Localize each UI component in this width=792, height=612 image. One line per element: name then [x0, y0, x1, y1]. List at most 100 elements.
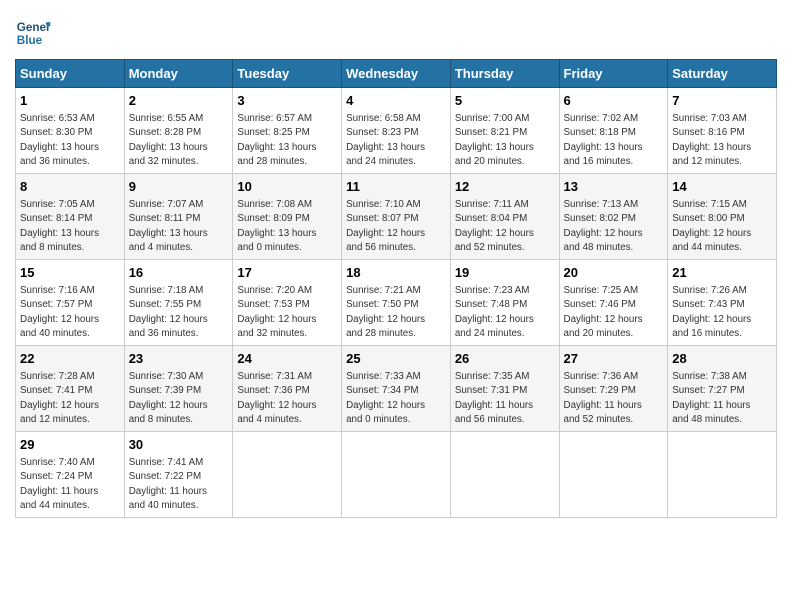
day-info: Sunrise: 7:20 AM Sunset: 7:53 PM Dayligh… — [237, 284, 337, 341]
day-info: Sunrise: 7:21 AM Sunset: 7:50 PM Dayligh… — [346, 284, 446, 341]
day-number: 1 — [20, 92, 120, 110]
week-row-4: 22 Sunrise: 7:28 AM Sunset: 7:41 PM Dayli… — [16, 346, 777, 432]
calendar-cell: 6 Sunrise: 7:02 AM Sunset: 8:18 PM Daylig… — [559, 88, 668, 174]
day-number: 5 — [455, 92, 555, 110]
calendar-cell: 29 Sunrise: 7:40 AM Sunset: 7:24 PM Dayli… — [16, 432, 125, 518]
calendar-cell: 17 Sunrise: 7:20 AM Sunset: 7:53 PM Dayli… — [233, 260, 342, 346]
header-cell-tuesday: Tuesday — [233, 60, 342, 88]
day-number: 12 — [455, 178, 555, 196]
day-info: Sunrise: 7:25 AM Sunset: 7:46 PM Dayligh… — [564, 284, 664, 341]
day-number: 6 — [564, 92, 664, 110]
calendar-cell: 7 Sunrise: 7:03 AM Sunset: 8:16 PM Daylig… — [668, 88, 777, 174]
svg-text:General: General — [17, 21, 51, 34]
day-info: Sunrise: 7:41 AM Sunset: 7:22 PM Dayligh… — [129, 456, 229, 513]
day-number: 18 — [346, 264, 446, 282]
page-header: General Blue — [15, 15, 777, 51]
day-number: 3 — [237, 92, 337, 110]
calendar-cell: 4 Sunrise: 6:58 AM Sunset: 8:23 PM Daylig… — [342, 88, 451, 174]
calendar-cell: 14Sunrise: 7:15 AM Sunset: 8:00 PM Dayli… — [668, 174, 777, 260]
calendar-cell: 19 Sunrise: 7:23 AM Sunset: 7:48 PM Dayli… — [450, 260, 559, 346]
day-number: 24 — [237, 350, 337, 368]
day-info: Sunrise: 7:02 AM Sunset: 8:18 PM Dayligh… — [564, 112, 664, 169]
day-info: Sunrise: 7:36 AM Sunset: 7:29 PM Dayligh… — [564, 370, 664, 427]
header-cell-monday: Monday — [124, 60, 233, 88]
day-info: Sunrise: 7:10 AM Sunset: 8:07 PM Dayligh… — [346, 198, 446, 255]
calendar-cell: 30 Sunrise: 7:41 AM Sunset: 7:22 PM Dayli… — [124, 432, 233, 518]
calendar-cell: 16 Sunrise: 7:18 AM Sunset: 7:55 PM Dayli… — [124, 260, 233, 346]
day-info: Sunrise: 7:35 AM Sunset: 7:31 PM Dayligh… — [455, 370, 555, 427]
day-number: 20 — [564, 264, 664, 282]
day-info: Sunrise: 7:08 AM Sunset: 8:09 PM Dayligh… — [237, 198, 337, 255]
header-cell-thursday: Thursday — [450, 60, 559, 88]
header-cell-saturday: Saturday — [668, 60, 777, 88]
calendar-cell: 21 Sunrise: 7:26 AM Sunset: 7:43 PM Dayli… — [668, 260, 777, 346]
day-number: 27 — [564, 350, 664, 368]
day-info: Sunrise: 6:57 AM Sunset: 8:25 PM Dayligh… — [237, 112, 337, 169]
day-info: Sunrise: 7:03 AM Sunset: 8:16 PM Dayligh… — [672, 112, 772, 169]
calendar-cell: 28Sunrise: 7:38 AM Sunset: 7:27 PM Dayli… — [668, 346, 777, 432]
day-info: Sunrise: 7:00 AM Sunset: 8:21 PM Dayligh… — [455, 112, 555, 169]
calendar-cell — [342, 432, 451, 518]
week-row-3: 15 Sunrise: 7:16 AM Sunset: 7:57 PM Dayli… — [16, 260, 777, 346]
calendar-cell — [668, 432, 777, 518]
logo-icon: General Blue — [15, 15, 51, 51]
day-number: 25 — [346, 350, 446, 368]
day-info: Sunrise: 7:16 AM Sunset: 7:57 PM Dayligh… — [20, 284, 120, 341]
svg-text:Blue: Blue — [17, 34, 43, 47]
calendar-cell: 24 Sunrise: 7:31 AM Sunset: 7:36 PM Dayli… — [233, 346, 342, 432]
day-number: 11 — [346, 178, 446, 196]
day-info: Sunrise: 7:28 AM Sunset: 7:41 PM Dayligh… — [20, 370, 120, 427]
day-number: 8 — [20, 178, 120, 196]
day-number: 23 — [129, 350, 229, 368]
calendar-cell: 22 Sunrise: 7:28 AM Sunset: 7:41 PM Dayli… — [16, 346, 125, 432]
calendar-cell: 5 Sunrise: 7:00 AM Sunset: 8:21 PM Daylig… — [450, 88, 559, 174]
day-info: Sunrise: 7:07 AM Sunset: 8:11 PM Dayligh… — [129, 198, 229, 255]
day-info: Sunrise: 7:40 AM Sunset: 7:24 PM Dayligh… — [20, 456, 120, 513]
day-number: 19 — [455, 264, 555, 282]
calendar-cell — [450, 432, 559, 518]
day-number: 4 — [346, 92, 446, 110]
day-number: 29 — [20, 436, 120, 454]
calendar-cell: 2Sunrise: 6:55 AM Sunset: 8:28 PM Daylig… — [124, 88, 233, 174]
calendar-cell — [559, 432, 668, 518]
header-cell-wednesday: Wednesday — [342, 60, 451, 88]
day-number: 17 — [237, 264, 337, 282]
calendar-cell: 3 Sunrise: 6:57 AM Sunset: 8:25 PM Daylig… — [233, 88, 342, 174]
day-info: Sunrise: 6:53 AM Sunset: 8:30 PM Dayligh… — [20, 112, 120, 169]
day-number: 13 — [564, 178, 664, 196]
day-number: 10 — [237, 178, 337, 196]
day-info: Sunrise: 7:23 AM Sunset: 7:48 PM Dayligh… — [455, 284, 555, 341]
day-number: 22 — [20, 350, 120, 368]
calendar-cell: 15 Sunrise: 7:16 AM Sunset: 7:57 PM Dayli… — [16, 260, 125, 346]
calendar-cell: 8 Sunrise: 7:05 AM Sunset: 8:14 PM Daylig… — [16, 174, 125, 260]
day-info: Sunrise: 7:15 AM Sunset: 8:00 PM Dayligh… — [672, 198, 772, 255]
calendar-cell: 25 Sunrise: 7:33 AM Sunset: 7:34 PM Dayli… — [342, 346, 451, 432]
calendar-cell: 12Sunrise: 7:11 AM Sunset: 8:04 PM Dayli… — [450, 174, 559, 260]
calendar-cell: 23 Sunrise: 7:30 AM Sunset: 7:39 PM Dayli… — [124, 346, 233, 432]
day-info: Sunrise: 7:05 AM Sunset: 8:14 PM Dayligh… — [20, 198, 120, 255]
day-info: Sunrise: 7:13 AM Sunset: 8:02 PM Dayligh… — [564, 198, 664, 255]
header-row: SundayMondayTuesdayWednesdayThursdayFrid… — [16, 60, 777, 88]
day-number: 16 — [129, 264, 229, 282]
header-cell-sunday: Sunday — [16, 60, 125, 88]
day-number: 30 — [129, 436, 229, 454]
day-info: Sunrise: 7:26 AM Sunset: 7:43 PM Dayligh… — [672, 284, 772, 341]
day-info: Sunrise: 7:31 AM Sunset: 7:36 PM Dayligh… — [237, 370, 337, 427]
day-number: 7 — [672, 92, 772, 110]
calendar-table: SundayMondayTuesdayWednesdayThursdayFrid… — [15, 59, 777, 518]
calendar-cell: 13 Sunrise: 7:13 AM Sunset: 8:02 PM Dayli… — [559, 174, 668, 260]
calendar-cell: 18 Sunrise: 7:21 AM Sunset: 7:50 PM Dayli… — [342, 260, 451, 346]
week-row-1: 1 Sunrise: 6:53 AM Sunset: 8:30 PM Daylig… — [16, 88, 777, 174]
day-info: Sunrise: 7:33 AM Sunset: 7:34 PM Dayligh… — [346, 370, 446, 427]
day-number: 21 — [672, 264, 772, 282]
calendar-cell: 1 Sunrise: 6:53 AM Sunset: 8:30 PM Daylig… — [16, 88, 125, 174]
day-number: 15 — [20, 264, 120, 282]
day-info: Sunrise: 7:18 AM Sunset: 7:55 PM Dayligh… — [129, 284, 229, 341]
day-info: Sunrise: 7:30 AM Sunset: 7:39 PM Dayligh… — [129, 370, 229, 427]
header-cell-friday: Friday — [559, 60, 668, 88]
calendar-cell: 27 Sunrise: 7:36 AM Sunset: 7:29 PM Dayli… — [559, 346, 668, 432]
calendar-cell: 11 Sunrise: 7:10 AM Sunset: 8:07 PM Dayli… — [342, 174, 451, 260]
day-number: 9 — [129, 178, 229, 196]
calendar-cell: 10 Sunrise: 7:08 AM Sunset: 8:09 PM Dayli… — [233, 174, 342, 260]
day-info: Sunrise: 6:58 AM Sunset: 8:23 PM Dayligh… — [346, 112, 446, 169]
